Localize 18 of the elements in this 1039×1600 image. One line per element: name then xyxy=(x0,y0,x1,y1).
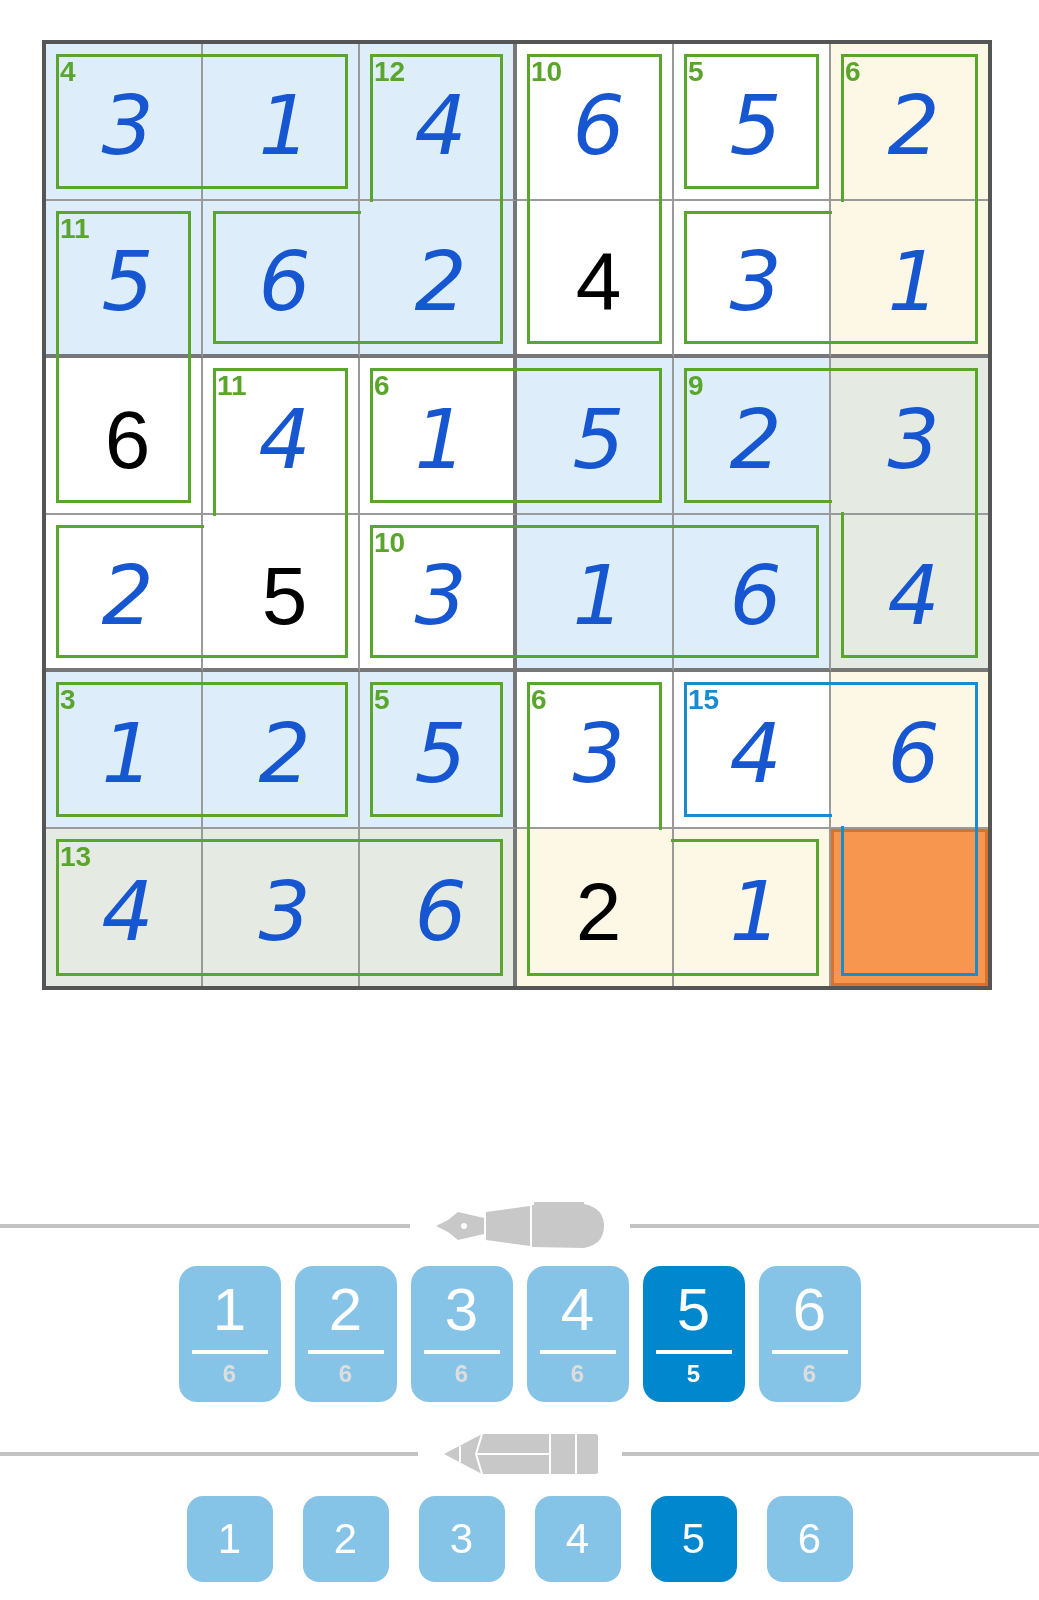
cage-sum: 13 xyxy=(60,843,92,871)
cage-sum: 11 xyxy=(217,372,247,400)
cage-sum: 10 xyxy=(531,58,563,86)
grid-cell[interactable] xyxy=(831,829,988,986)
cage-sum: 12 xyxy=(374,58,406,86)
cage-sum: 6 xyxy=(531,686,547,714)
cage-sum: 15 xyxy=(688,686,720,714)
pencil-digit-button[interactable]: 5 xyxy=(650,1496,737,1582)
digit-button[interactable]: 5 5 xyxy=(642,1266,745,1402)
cage-sum: 10 xyxy=(374,529,406,557)
cage-sum: 4 xyxy=(60,58,76,86)
cage-sum: 9 xyxy=(688,372,704,400)
cage-sum: 3 xyxy=(60,686,76,714)
cage-sum: 5 xyxy=(374,686,390,714)
cage-sum: 6 xyxy=(845,58,861,86)
cage-sum: 6 xyxy=(374,372,390,400)
cage-sum: 11 xyxy=(60,215,90,243)
cage-sum: 5 xyxy=(688,58,704,86)
